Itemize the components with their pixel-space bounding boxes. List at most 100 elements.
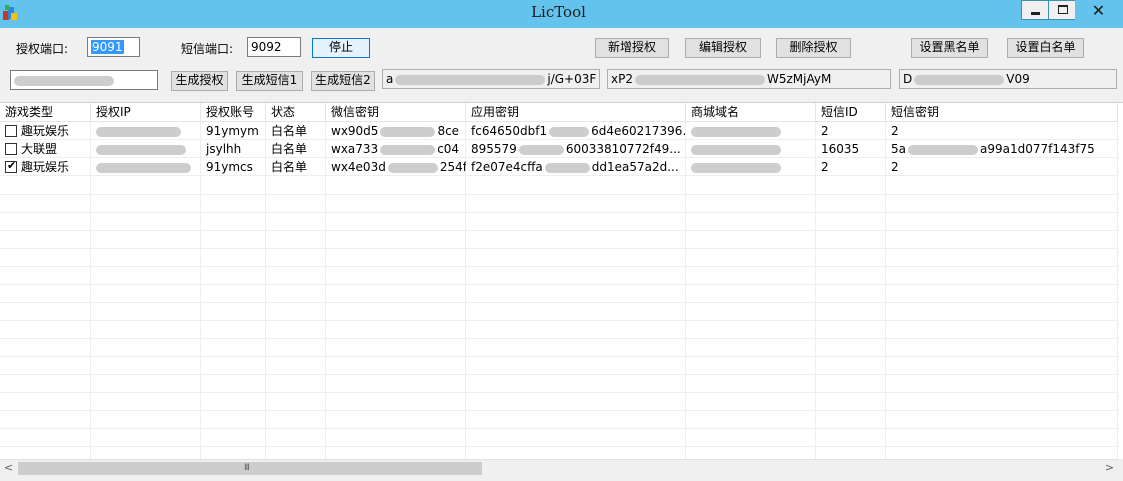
redacted-auth-key [395,74,546,85]
table-row[interactable]: 大联盟 jsylhh 白名单 wxa733 c04 895579 600338107… [0,140,1118,158]
generate-auth-button[interactable]: 生成授权 [171,71,228,91]
grid-line [0,446,1118,447]
row-checkbox[interactable]: ✔ [5,159,17,173]
auth-port-value: 9091 [91,40,124,54]
wechat-key-suffix: 254f [439,160,466,174]
col-header-auth-account[interactable]: 授权账号 [201,103,266,122]
grid-line [0,302,1118,303]
cell-auth-ip [91,158,201,176]
col-header-sms-id[interactable]: 短信ID [816,103,886,122]
cell-mall-domain [686,122,816,140]
cell-wechat-key: wxa733 c04 [326,140,466,158]
cell-sms-key: 5a a99a1d077f143f75 [886,140,1118,158]
wechat-key-suffix: 8ce [437,124,460,138]
license-grid: 游戏类型 授权IP 授权账号 状态 微信密钥 应用密钥 商城域名 短信ID 短信… [0,102,1123,459]
maximize-button[interactable] [1048,0,1076,20]
lictool-window: LicTool ✕ 授权端口: 9091 短信端口: 9092 停止 新增授权 … [0,0,1123,481]
col-header-wechat-key[interactable]: 微信密钥 [326,103,466,122]
sms2-key-suffix: V09 [1006,72,1030,86]
grid-line [0,248,1118,249]
col-header-mall-domain[interactable]: 商城域名 [686,103,816,122]
checkmark-icon: ✔ [7,159,17,172]
sms1-key-suffix: W5zMjAyM [766,72,832,86]
auth-port-label: 授权端口: [16,42,69,56]
redacted-app-key [518,144,564,155]
edit-auth-button[interactable]: 编辑授权 [685,38,761,58]
redacted-app-key [549,126,590,137]
redacted-sms2-key [914,74,1005,85]
sms-port-label: 短信端口: [181,42,234,56]
col-header-status[interactable]: 状态 [266,103,326,122]
grid-line [0,194,1118,195]
col-header-game-type[interactable]: 游戏类型 [0,103,91,122]
ip-input[interactable] [10,70,158,90]
grid-line [0,374,1118,375]
cell-mall-domain [686,158,816,176]
grid-line [0,212,1118,213]
sms1-key-output[interactable]: xP2 W5zMjAyM [607,69,891,89]
sms-key-suffix: a99a1d077f143f75 [980,142,1095,156]
col-header-sms-key[interactable]: 短信密钥 [886,103,1118,122]
auth-key-output[interactable]: a j/G+03F [382,69,600,89]
minimize-icon [1031,12,1040,15]
redacted-domain [691,126,781,137]
cell-game-type: ✔ 趣玩娱乐 [0,158,91,176]
game-type-text: 大联盟 [21,142,58,156]
redacted-wechat-key [380,126,436,137]
table-row[interactable]: 趣玩娱乐 91ymym 白名单 wx90d5 8ce fc64650dbf1 6d4… [0,122,1118,140]
cell-status: 白名单 [271,160,308,174]
redacted-domain [691,162,781,173]
cell-sms-key: 2 [891,160,899,174]
redacted-ip [96,144,186,155]
grid-header: 游戏类型 授权IP 授权账号 状态 微信密钥 应用密钥 商城域名 短信ID 短信… [0,103,1118,122]
generate-sms1-button[interactable]: 生成短信1 [236,71,303,91]
horizontal-scrollbar[interactable]: < III > [0,459,1118,476]
redacted-wechat-key [387,162,438,173]
col-header-app-key[interactable]: 应用密钥 [466,103,686,122]
col-header-auth-ip[interactable]: 授权IP [91,103,201,122]
minimize-button[interactable] [1021,0,1049,20]
grid-line [0,320,1118,321]
cell-auth-ip [91,122,201,140]
cell-wechat-key: wx4e03d 254f [326,158,466,176]
cell-mall-domain [686,140,816,158]
auth-key-prefix: a [386,72,394,86]
redacted-ip [96,126,181,137]
app-key-suffix: dd1ea57a2d... [591,160,679,174]
table-row[interactable]: ✔ 趣玩娱乐 91ymcs 白名单 wx4e03d 254f f2e07e4cff… [0,158,1118,176]
cell-sms-key: 2 [891,124,899,138]
cell-auth-account: 91ymcs [206,160,253,174]
cell-auth-account: jsylhh [206,142,242,156]
auth-port-input[interactable]: 9091 [87,37,140,57]
row-checkbox[interactable] [5,143,17,155]
delete-auth-button[interactable]: 删除授权 [776,38,851,58]
sms1-key-prefix: xP2 [611,72,633,86]
cell-app-key: 895579 60033810772f49... [466,140,686,158]
row-checkbox[interactable] [5,125,17,137]
stop-button[interactable]: 停止 [312,38,370,58]
scroll-thumb[interactable]: III [18,462,482,475]
grid-line [0,356,1118,357]
wechat-key-prefix: wxa733 [331,142,379,156]
add-auth-button[interactable]: 新增授权 [595,38,669,58]
grid-line [0,410,1118,411]
set-blacklist-button[interactable]: 设置黑名单 [911,38,988,58]
close-button[interactable]: ✕ [1075,0,1120,20]
window-title: LicTool [531,3,586,21]
redacted-ip [14,75,114,86]
grid-line [0,338,1118,339]
wechat-key-prefix: wx4e03d [331,160,386,174]
sms-key-prefix: 5a [891,142,906,156]
grid-line [0,428,1118,429]
generate-sms2-button[interactable]: 生成短信2 [311,71,375,91]
scroll-left-icon[interactable]: < [0,460,17,477]
app-key-prefix: 895579 [471,142,517,156]
sms2-key-output[interactable]: D V09 [899,69,1117,89]
cell-app-key: fc64650dbf1 6d4e60217396... [466,122,686,140]
scroll-right-icon[interactable]: > [1101,460,1118,477]
wechat-key-suffix: c04 [437,142,460,156]
set-whitelist-button[interactable]: 设置白名单 [1007,38,1084,58]
sms-port-input[interactable]: 9092 [247,37,301,57]
grid-line [0,230,1118,231]
cell-auth-ip [91,140,201,158]
